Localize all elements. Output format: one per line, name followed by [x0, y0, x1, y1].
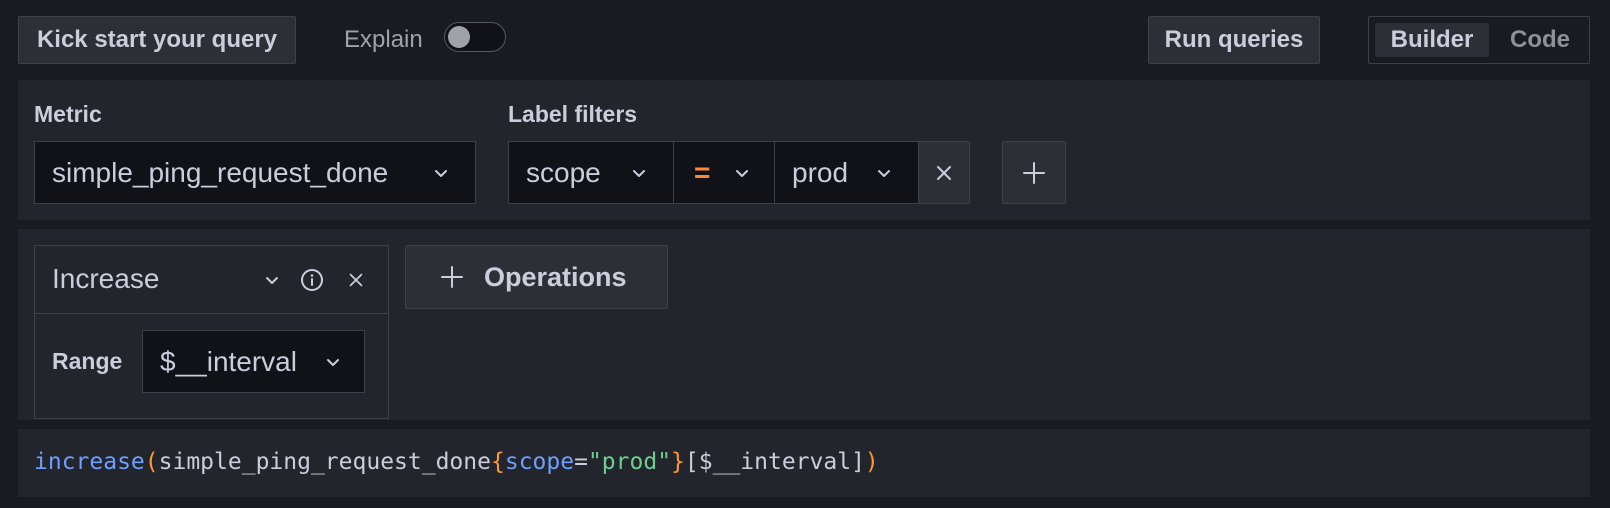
remove-label-filter-button[interactable] [918, 141, 970, 204]
operation-name: Increase [52, 263, 160, 294]
query-close-paren: ) [864, 449, 879, 475]
info-circle-icon[interactable] [300, 268, 324, 292]
query-preview: increase(simple_ping_request_done{scope=… [18, 429, 1590, 497]
metric-heading: Metric [34, 101, 102, 127]
query-close-brace: } [671, 449, 685, 475]
plus-icon [1023, 161, 1045, 184]
chevron-down-icon[interactable] [264, 272, 280, 288]
chevron-down-icon [633, 170, 645, 177]
plus-icon [441, 266, 463, 288]
range-select[interactable]: $__interval [142, 330, 365, 393]
explain-label: Explain [344, 26, 423, 53]
mode-builder-label: Builder [1390, 26, 1474, 53]
label-filter-value-select[interactable]: prod [774, 141, 919, 204]
add-label-filter-button[interactable] [1002, 141, 1066, 204]
close-icon[interactable] [347, 271, 365, 289]
kick-start-query-label: Kick start your query [36, 26, 278, 53]
explain-toggle[interactable] [444, 22, 506, 52]
label-filters-heading: Label filters [508, 101, 638, 127]
query-open-brace: { [490, 449, 505, 475]
query-equals: = [574, 449, 588, 475]
run-queries-button[interactable]: Run queries [1148, 16, 1320, 64]
metric-select[interactable]: simple_ping_request_done [34, 141, 476, 204]
label-filter-operator-select[interactable]: = [673, 141, 775, 204]
range-label: Range [52, 348, 123, 374]
metric-select-value: simple_ping_request_done [52, 156, 389, 188]
chevron-down-icon [878, 170, 890, 177]
operation-card-header: Increase [35, 246, 388, 314]
explain-toggle-knob [448, 26, 470, 48]
label-filter-value-value: prod [792, 156, 849, 188]
chevron-down-icon [327, 359, 339, 366]
label-filter-key-select[interactable]: scope [508, 141, 674, 204]
editor-mode-switch: Builder Code [1368, 16, 1590, 64]
chevron-down-icon [435, 170, 447, 177]
query-metric: simple_ping_request_done [158, 449, 491, 475]
mode-code-label: Code [1510, 26, 1570, 53]
query-range: [$__interval] [684, 449, 865, 475]
query-label-value: "prod" [587, 449, 672, 475]
mode-code-tab[interactable]: Code [1495, 23, 1585, 57]
operation-card: Increase Range $__interval [34, 245, 389, 419]
range-select-value: $__interval [160, 345, 297, 377]
add-operations-label: Operations [484, 261, 627, 292]
label-filter-key-value: scope [526, 156, 601, 188]
close-icon [937, 165, 951, 180]
add-operations-button[interactable]: Operations [405, 245, 668, 309]
mode-builder-tab[interactable]: Builder [1375, 23, 1489, 57]
query-open-paren: ( [144, 449, 159, 475]
kick-start-query-button[interactable]: Kick start your query [18, 16, 296, 64]
run-queries-label: Run queries [1164, 26, 1304, 53]
query-function: increase [34, 449, 145, 475]
label-filter-operator-value: = [694, 156, 711, 188]
query-label-key: scope [504, 449, 575, 475]
chevron-down-icon [736, 170, 748, 177]
query-preview-code: increase(simple_ping_request_done{scope=… [34, 449, 879, 475]
